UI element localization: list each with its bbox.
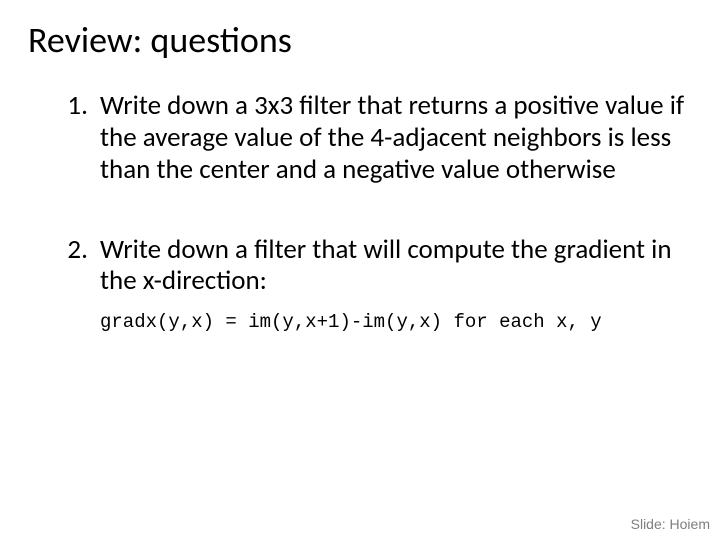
question-item-1: Write down a 3x3 filter that returns a p… bbox=[94, 90, 692, 186]
question-list: Write down a 3x3 filter that returns a p… bbox=[28, 90, 692, 334]
question-code: gradx(y,x) = im(y,x+1)-im(y,x) for each … bbox=[100, 311, 692, 333]
question-text: Write down a 3x3 filter that returns a p… bbox=[100, 89, 684, 186]
slide: Review: questions Write down a 3x3 filte… bbox=[0, 0, 720, 540]
question-item-2: Write down a filter that will compute th… bbox=[94, 234, 692, 334]
slide-title: Review: questions bbox=[28, 18, 692, 62]
slide-credit: Slide: Hoiem bbox=[631, 516, 710, 532]
question-text: Write down a filter that will compute th… bbox=[100, 233, 672, 298]
